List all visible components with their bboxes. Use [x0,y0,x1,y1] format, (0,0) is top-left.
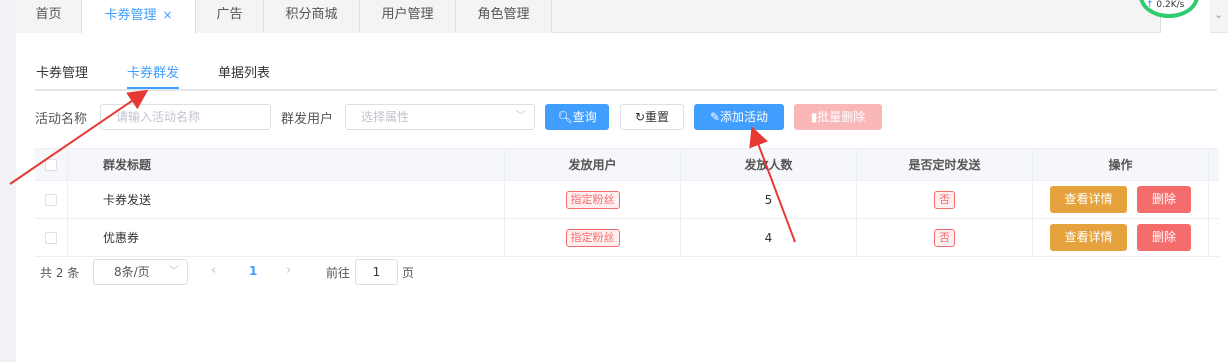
annotation-arrow [9,89,149,185]
annotation-arrows [9,89,796,243]
annotation-arrow [749,126,796,243]
